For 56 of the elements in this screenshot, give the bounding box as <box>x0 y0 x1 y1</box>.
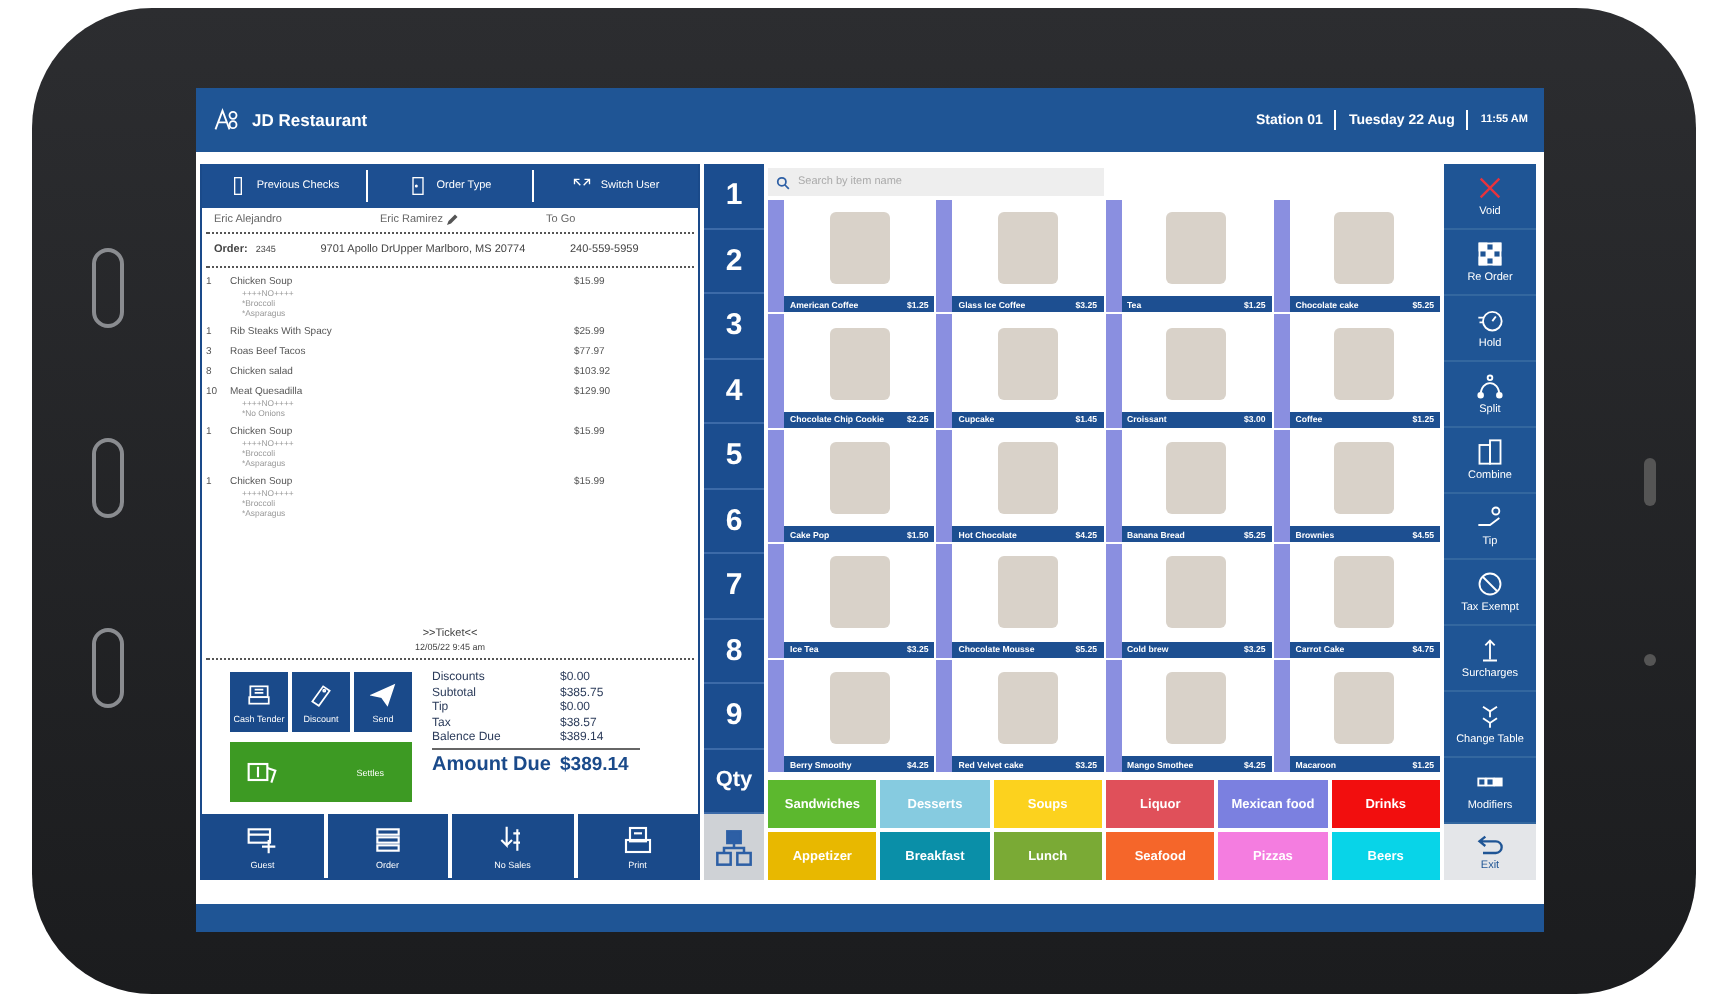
photo-placeholder <box>997 556 1058 629</box>
hardware-button[interactable] <box>92 628 124 708</box>
hardware-button[interactable] <box>92 438 124 518</box>
photo-placeholder <box>997 212 1058 285</box>
photo-placeholder <box>829 556 890 629</box>
photo-placeholder <box>829 212 890 285</box>
split-icon <box>1476 372 1504 400</box>
photo-placeholder <box>997 327 1058 400</box>
photo-placeholder <box>829 671 890 744</box>
seat-button[interactable]: 7 <box>704 554 764 619</box>
photo-placeholder <box>1166 671 1227 744</box>
seat-button[interactable]: 2 <box>704 229 764 294</box>
photo-placeholder <box>1166 327 1227 400</box>
seat-button[interactable]: 6 <box>704 489 764 554</box>
photo-placeholder <box>997 671 1058 744</box>
return-arrow-icon <box>1476 833 1504 857</box>
stopwatch-icon <box>1476 306 1504 334</box>
photo-placeholder <box>1334 671 1395 744</box>
logo-icon <box>212 106 240 134</box>
doors-icon <box>1476 438 1504 466</box>
prohibited-icon <box>1476 570 1504 598</box>
seat-button[interactable]: 3 <box>704 294 764 359</box>
seat-button[interactable]: 9 <box>704 684 764 749</box>
amount-due-value: $389.14 <box>560 753 631 775</box>
photo-placeholder <box>1166 441 1227 514</box>
x-icon <box>1476 174 1504 202</box>
list-icon <box>371 823 404 855</box>
pencil-icon[interactable] <box>446 214 459 226</box>
search-icon <box>776 175 790 189</box>
cash-register-icon <box>246 681 272 707</box>
seat-button[interactable]: 8 <box>704 619 764 684</box>
speaker-slot <box>1644 458 1656 506</box>
photo-placeholder <box>829 441 890 514</box>
app-title: JD Restaurant <box>252 110 368 130</box>
photo-placeholder <box>829 327 890 400</box>
amount-due-label: Amount Due <box>432 753 551 775</box>
photo-placeholder <box>1334 441 1395 514</box>
seat-button[interactable]: 1 <box>704 164 764 229</box>
seat-button[interactable]: 5 <box>704 424 764 489</box>
photo-placeholder <box>997 441 1058 514</box>
layout-button[interactable] <box>704 814 764 880</box>
hardware-button[interactable] <box>92 248 124 328</box>
checkered-grid-icon <box>1476 240 1504 268</box>
camera-lens <box>1644 654 1656 666</box>
card-plus-icon <box>246 823 279 855</box>
photo-placeholder <box>1166 212 1227 285</box>
printer-icon <box>621 823 654 855</box>
photo-placeholder <box>1334 327 1395 400</box>
paper-plane-icon <box>370 681 396 707</box>
photo-placeholder <box>1334 212 1395 285</box>
tag-icon <box>308 681 334 707</box>
hierarchy-icon <box>714 827 754 867</box>
photo-placeholder <box>1334 556 1395 629</box>
seat-button[interactable]: 4 <box>704 359 764 424</box>
door-icon <box>408 176 429 196</box>
photo-placeholder <box>1166 556 1227 629</box>
